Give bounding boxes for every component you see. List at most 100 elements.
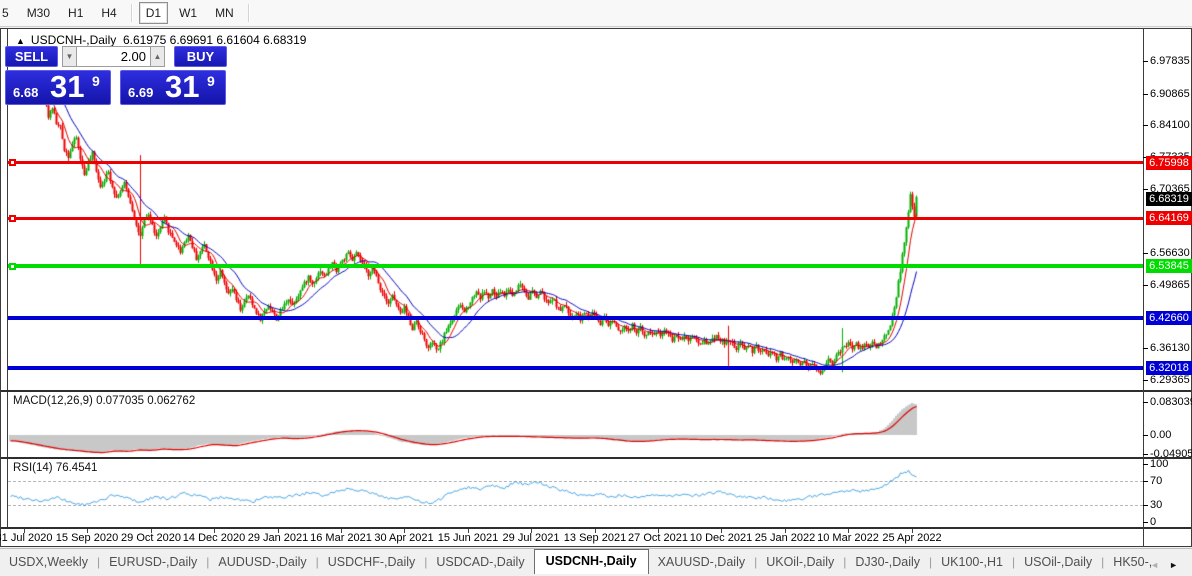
macd-axis-tick <box>1143 402 1148 403</box>
timeframe-button-MN[interactable]: MN <box>208 2 241 24</box>
level-line-handle[interactable] <box>9 263 16 270</box>
timeframe-button-5[interactable]: 5 <box>0 2 16 24</box>
date-axis-label: 25 Jan 2022 <box>754 532 816 544</box>
symbol-tab-uk100-h1[interactable]: UK100-,H1 <box>932 551 1012 574</box>
price-axis-tick-label: 6.90865 <box>1150 88 1190 100</box>
timeframe-button-D1[interactable]: D1 <box>138 2 169 24</box>
price-axis-tick <box>1143 285 1148 286</box>
sell-button[interactable]: SELL <box>5 46 58 67</box>
horizontal-level-line[interactable] <box>8 366 1143 370</box>
date-axis-label: 16 Mar 2021 <box>310 532 372 544</box>
level-price-badge: 6.32018 <box>1146 361 1192 375</box>
symbol-tab-eurusd-daily[interactable]: EURUSD-,Daily <box>100 551 206 574</box>
price-axis-tick-label: 6.29365 <box>1150 374 1190 386</box>
toolbar-separator <box>130 4 132 22</box>
level-line-handle[interactable] <box>9 215 16 222</box>
price-axis-tick <box>1143 253 1148 254</box>
symbol-tab-dj30-daily[interactable]: DJ30-,Daily <box>846 551 929 574</box>
symbol-tab-usdcnh-daily[interactable]: USDCNH-,Daily <box>533 549 649 574</box>
sell-price-point: 9 <box>92 73 100 89</box>
price-axis-tick <box>1143 61 1148 62</box>
symbol-tab-xauusd-daily[interactable]: XAUUSD-,Daily <box>649 551 755 574</box>
macd-axis-tick-label: 0.083039 <box>1150 396 1192 408</box>
price-axis-tick-label: 6.84100 <box>1150 119 1190 131</box>
date-axis-label: 14 Dec 2020 <box>182 532 246 544</box>
date-axis-label: 10 Dec 2021 <box>689 532 753 544</box>
sell-price-pips: 31 <box>50 69 85 104</box>
collapse-triangle-icon[interactable]: ▲ <box>16 36 25 46</box>
date-axis-label: 31 Jul 2020 <box>0 532 53 544</box>
macd-indicator-label: MACD(12,26,9) 0.077035 0.062762 <box>13 395 196 407</box>
buy-button[interactable]: BUY <box>174 46 227 67</box>
rsi-axis-tick-label: 0 <box>1150 516 1157 528</box>
timeframe-toolbar: 5 M30 H1 H4 D1 W1 MN <box>0 0 1192 27</box>
symbol-tab-ukoil-daily[interactable]: UKOil-,Daily <box>757 551 843 574</box>
rsi-dateaxis-separator <box>1 527 1191 529</box>
rsi-axis-tick <box>1143 505 1148 506</box>
sell-price-integer: 6.68 <box>13 85 39 100</box>
rsi-axis-tick <box>1143 464 1148 465</box>
volume-increase-button[interactable]: ▲ <box>150 46 165 67</box>
trading-app-window: 5 M30 H1 H4 D1 W1 MN ▲ USDCNH-,Daily 6.61975 6.… <box>0 0 1192 576</box>
symbol-tab-bar: USDX,Weekly | EURUSD-,Daily | AUDUSD-,Daily |… <box>0 548 1192 574</box>
rsi-axis-tick-label: 100 <box>1150 458 1169 470</box>
price-axis-tick <box>1143 348 1148 349</box>
price-axis-tick <box>1143 125 1148 126</box>
horizontal-level-line[interactable] <box>8 264 1143 268</box>
macd-axis-tick <box>1143 454 1148 455</box>
date-axis-label: 27 Oct 2021 <box>628 532 688 544</box>
macd-axis-tick-label: 0.00 <box>1150 429 1172 441</box>
macd-axis-tick <box>1143 435 1148 436</box>
chart-symbol-label: USDCNH-,Daily <box>30 33 117 47</box>
price-macd-separator[interactable] <box>1 390 1191 392</box>
level-line-handle[interactable] <box>9 159 16 166</box>
date-axis-label: 29 Jul 2021 <box>502 532 560 544</box>
buy-price-integer: 6.69 <box>128 85 154 100</box>
timeframe-button-H4[interactable]: H4 <box>94 2 123 24</box>
horizontal-level-line[interactable] <box>8 161 1143 164</box>
price-axis-tick <box>1143 380 1148 381</box>
symbol-tab-audusd-daily[interactable]: AUDUSD-,Daily <box>209 551 315 574</box>
volume-input[interactable]: 2.00 <box>76 46 151 67</box>
symbol-tab-usdx-weekly[interactable]: USDX,Weekly <box>0 551 97 574</box>
buy-price-point: 9 <box>207 73 215 89</box>
price-axis-border <box>1143 29 1144 546</box>
current-price-badge: 6.68319 <box>1146 192 1192 206</box>
rsi-axis-tick <box>1143 481 1148 482</box>
symbol-tab-usdchf-daily[interactable]: USDCHF-,Daily <box>319 551 425 574</box>
symbol-tab-usdcad-daily[interactable]: USDCAD-,Daily <box>427 551 533 574</box>
tab-scroll-arrows: ◄► <box>1150 560 1188 570</box>
price-axis-tick <box>1143 189 1148 190</box>
date-axis-label: 25 Apr 2022 <box>882 532 942 544</box>
timeframe-button-H1[interactable]: H1 <box>61 2 90 24</box>
date-axis-label: 15 Jun 2021 <box>437 532 499 544</box>
chart-ohlc-values: 6.61975 6.69691 6.61604 6.68319 <box>122 33 307 47</box>
tab-scroll-left-icon[interactable]: ◄ <box>1150 560 1169 570</box>
buy-quote-button[interactable]: 6.69 31 9 <box>120 69 226 105</box>
rsi-indicator-label: RSI(14) 76.4541 <box>13 462 98 474</box>
date-axis-label: 29 Oct 2020 <box>121 532 181 544</box>
date-axis-label: 30 Apr 2021 <box>374 532 434 544</box>
volume-decrease-button[interactable]: ▼ <box>62 46 77 67</box>
rsi-pane-canvas[interactable] <box>0 459 1143 527</box>
level-price-badge: 6.64169 <box>1146 211 1192 225</box>
rsi-axis-tick <box>1143 522 1148 523</box>
one-click-trade-panel: SELL ▼ 2.00 ▲ BUY 6.68 31 9 6.69 31 9 <box>5 46 227 105</box>
date-axis-label: 29 Jan 2021 <box>247 532 309 544</box>
tab-scroll-right-icon[interactable]: ► <box>1169 560 1188 570</box>
price-axis-tick <box>1143 94 1148 95</box>
rsi-axis-tick-label: 30 <box>1150 499 1163 511</box>
rsi-axis-tick-label: 70 <box>1150 475 1163 487</box>
timeframe-button-W1[interactable]: W1 <box>172 2 204 24</box>
level-price-badge: 6.42660 <box>1146 311 1192 325</box>
toolbar-separator <box>247 4 249 22</box>
price-axis-tick-label: 6.49865 <box>1150 279 1190 291</box>
price-axis-tick-label: 6.36130 <box>1150 342 1190 354</box>
macd-rsi-separator[interactable] <box>1 457 1191 459</box>
horizontal-level-line[interactable] <box>8 316 1143 320</box>
level-price-badge: 6.53845 <box>1146 259 1192 273</box>
timeframe-button-M30[interactable]: M30 <box>20 2 57 24</box>
sell-quote-button[interactable]: 6.68 31 9 <box>5 69 111 105</box>
symbol-tab-usoil-daily[interactable]: USOil-,Daily <box>1015 551 1101 574</box>
horizontal-level-line[interactable] <box>8 217 1143 220</box>
